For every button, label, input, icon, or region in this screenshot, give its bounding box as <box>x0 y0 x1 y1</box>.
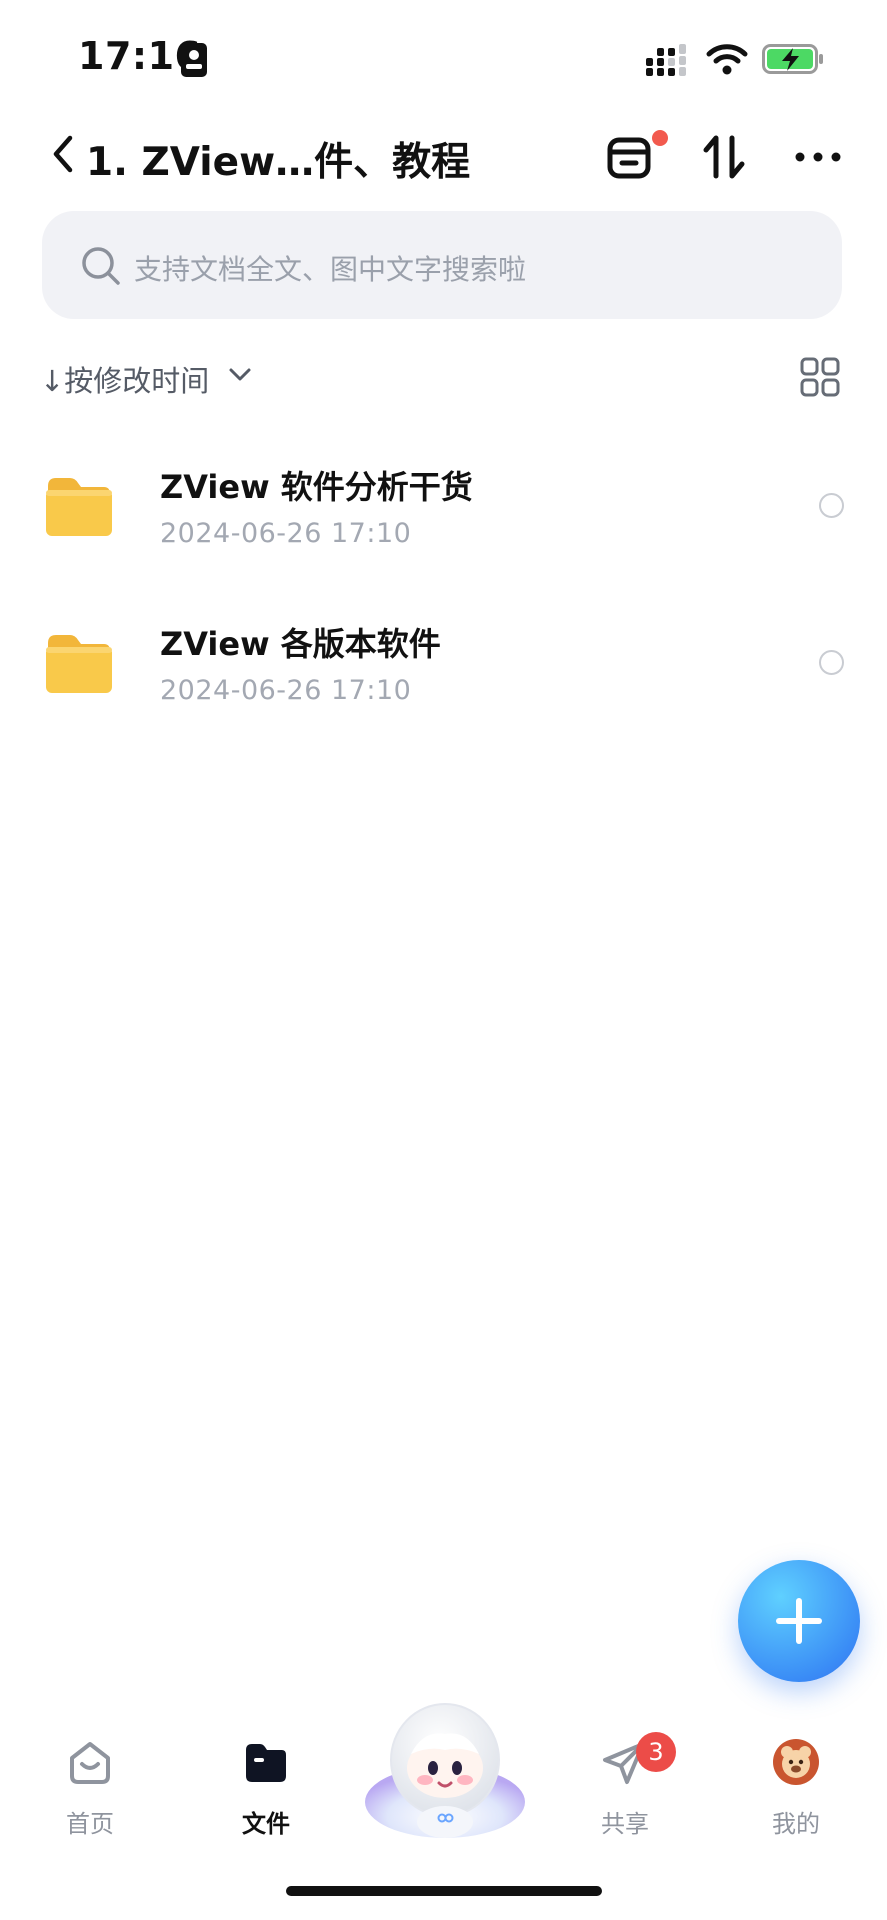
file-date: 2024-06-26 17:10 <box>160 518 412 549</box>
battery-charging-icon <box>762 44 823 74</box>
tab-me[interactable]: 我的 <box>736 1738 856 1838</box>
notification-dot <box>652 130 668 146</box>
id-card-icon <box>181 43 207 77</box>
search-icon <box>82 247 120 285</box>
more-icon[interactable] <box>794 142 842 172</box>
select-checkbox[interactable] <box>819 493 844 518</box>
file-name: ZView 软件分析干货 <box>160 468 473 506</box>
tab-files-label: 文件 <box>242 1810 290 1838</box>
avatar-icon <box>773 1739 819 1785</box>
grid-view-icon[interactable] <box>800 357 840 397</box>
chevron-down-icon[interactable] <box>228 365 252 385</box>
tab-home-label: 首页 <box>66 1810 114 1838</box>
file-list-item[interactable]: ZView 各版本软件 2024-06-26 17:10 <box>0 597 887 753</box>
sort-by-modified-time[interactable]: ↓按修改时间 <box>40 358 209 400</box>
sort-arrows-icon[interactable] <box>702 132 750 182</box>
select-checkbox[interactable] <box>819 650 844 675</box>
file-date: 2024-06-26 17:10 <box>160 675 412 706</box>
page-title: 1. ZView…件、教程 <box>86 140 471 185</box>
folder-icon <box>46 635 112 693</box>
tab-share-label: 共享 <box>601 1810 649 1838</box>
tab-files[interactable]: 文件 <box>206 1738 326 1838</box>
file-name: ZView 各版本软件 <box>160 625 441 663</box>
folder-icon <box>46 478 112 536</box>
assistant-avatar-button[interactable] <box>363 1690 528 1840</box>
tab-me-label: 我的 <box>772 1810 820 1838</box>
folder-icon <box>246 1744 286 1782</box>
cellular-signal-icon <box>646 44 686 76</box>
search-placeholder: 支持文档全文、图中文字搜索啦 <box>134 253 527 286</box>
add-button[interactable] <box>738 1560 860 1682</box>
home-indicator <box>286 1886 602 1896</box>
back-button[interactable] <box>46 132 82 176</box>
tab-home[interactable]: 首页 <box>30 1738 150 1838</box>
wifi-icon <box>706 44 748 75</box>
file-list-item[interactable]: ZView 软件分析干货 2024-06-26 17:10 <box>0 440 887 596</box>
home-icon <box>70 1742 110 1784</box>
share-count-badge: 3 <box>636 1732 676 1772</box>
